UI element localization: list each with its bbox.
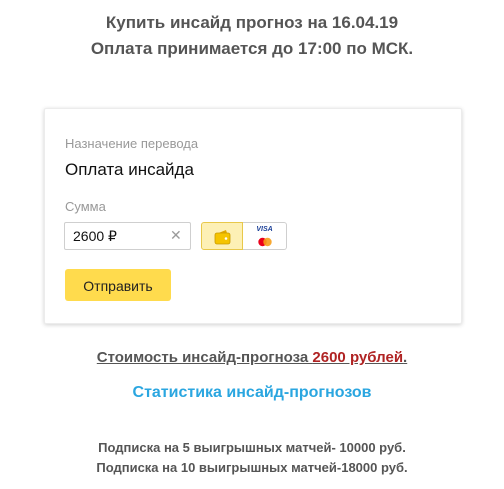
subscription-10-matches: Подписка на 10 выигрышных матчей-18000 р… <box>96 460 408 475</box>
wallet-icon <box>214 230 231 245</box>
statistics-link[interactable]: Статистика инсайд-прогнозов <box>0 384 504 402</box>
payment-form-card: Назначение перевода Оплата инсайда Сумма… <box>44 108 462 324</box>
price-suffix: . <box>403 349 408 366</box>
mastercard-icon <box>258 237 272 247</box>
purpose-value: Оплата инсайда <box>65 160 194 179</box>
header-deadline-line: Оплата принимается до 17:00 по МСК. <box>90 39 414 58</box>
bank-card-option[interactable]: VISA <box>243 222 287 250</box>
subscription-list: Подписка на 5 выигрышных матчей- 10000 р… <box>0 438 504 478</box>
subscription-5-matches: Подписка на 5 выигрышных матчей- 10000 р… <box>98 440 406 455</box>
price-value: 2600 рублей <box>312 349 404 366</box>
sum-label: Сумма <box>65 199 106 214</box>
price-prefix: Стоимость инсайд-прогноза <box>96 349 313 366</box>
header-date-line: Купить инсайд прогноз на 16.04.19 <box>105 13 399 32</box>
purpose-label: Назначение перевода <box>65 136 199 151</box>
submit-button[interactable]: Отправить <box>65 269 171 301</box>
amount-value[interactable]: 2600 ₽ <box>73 228 117 245</box>
amount-input[interactable]: 2600 ₽ ✕ <box>64 222 191 250</box>
yandex-wallet-option[interactable] <box>201 222 243 250</box>
page-header: Купить инсайд прогноз на 16.04.19 Оплата… <box>0 10 504 62</box>
clear-icon[interactable]: ✕ <box>170 228 182 242</box>
visa-icon: VISA <box>256 226 273 233</box>
price-info: Стоимость инсайд-прогноза 2600 рублей. <box>0 349 504 366</box>
